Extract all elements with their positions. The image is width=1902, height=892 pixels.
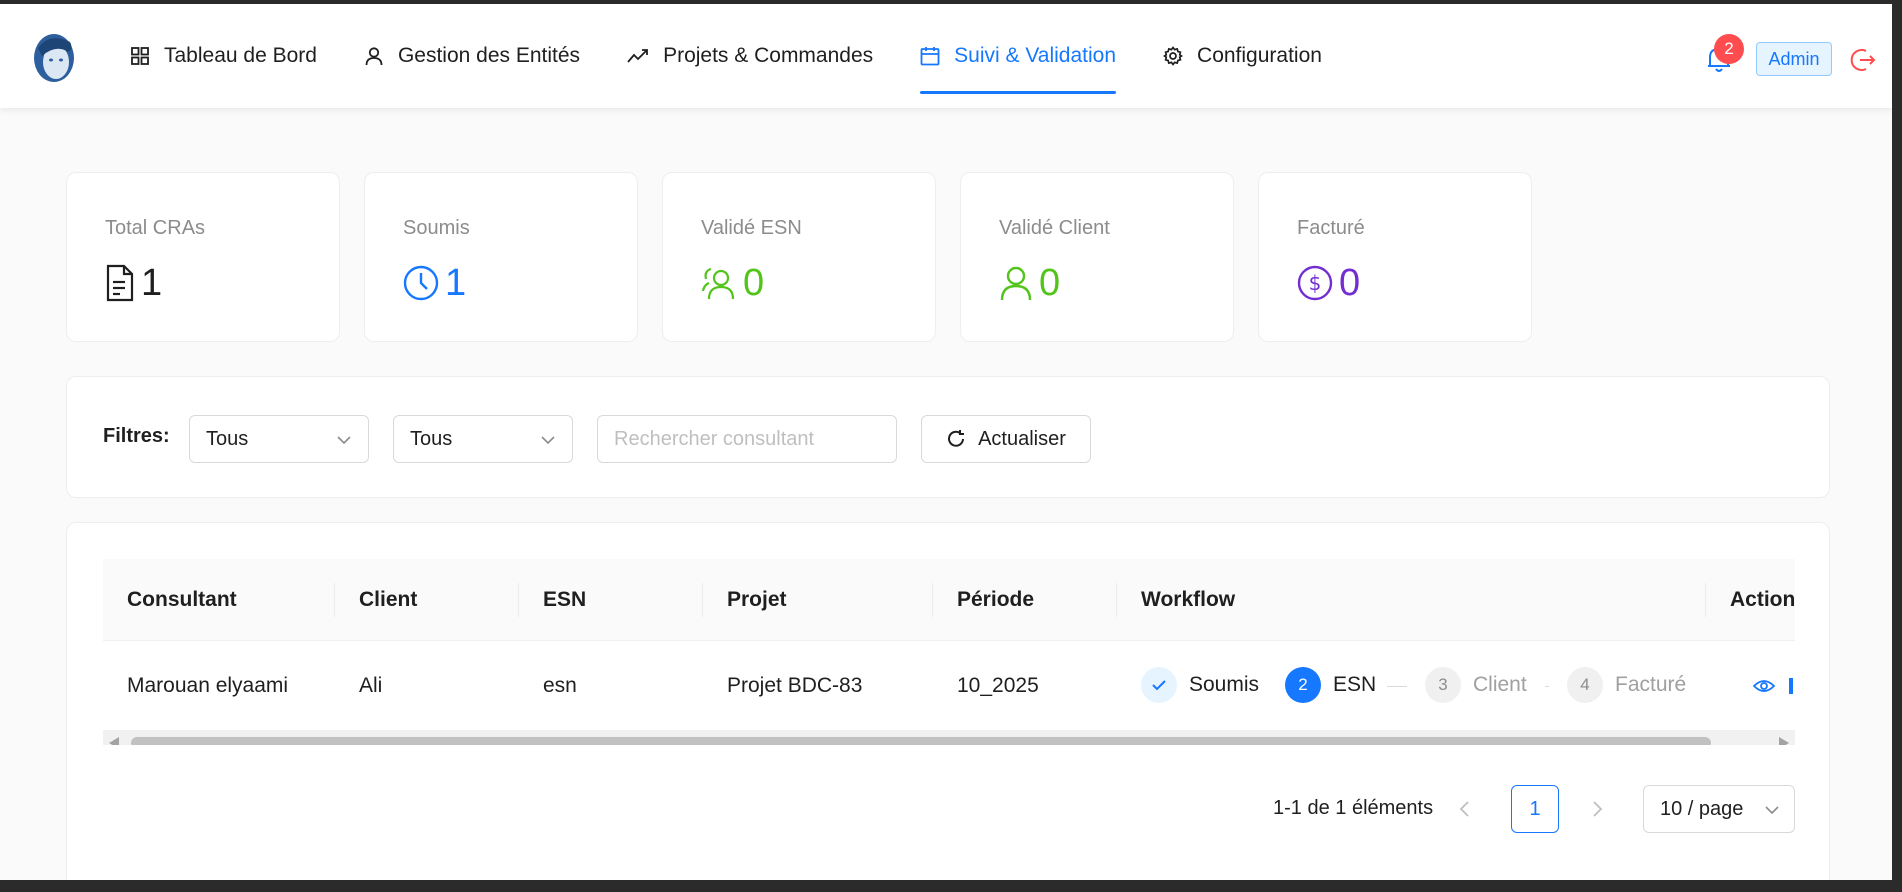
workflow-step-invoiced: 4 Facturé [1567,665,1686,705]
column-header-client[interactable]: Client [359,559,417,641]
chevron-left-icon[interactable] [1457,799,1473,819]
column-header-consultant[interactable]: Consultant [127,559,237,641]
nav-label: Tableau de Bord [164,44,317,67]
period-filter-select[interactable]: Tous [393,415,573,463]
cell-consultant: Marouan elyaami [127,674,289,697]
user-icon [1000,266,1032,301]
refresh-button[interactable]: Actualiser [921,415,1091,463]
column-header-esn[interactable]: ESN [543,559,586,641]
filters-panel: Filtres: Tous Tous Actualiser [66,376,1830,498]
column-header-project[interactable]: Projet [727,559,787,641]
chevron-right-icon[interactable] [1589,799,1605,819]
dashboard-icon [131,47,149,65]
notification-badge: 2 [1714,34,1744,64]
step-label: Soumis [1189,673,1260,696]
pagination: 1-1 de 1 éléments 1 10 / page [67,785,1829,833]
svg-text:$: $ [1309,271,1322,295]
clock-icon [403,265,439,301]
cell-client: Ali [359,674,383,697]
stat-value: 1 [141,262,163,304]
stat-card-total: Total CRAs 1 [66,172,340,342]
stat-label: Validé Client [999,217,1110,239]
nav-item-projects[interactable]: Projets & Commandes [627,4,873,108]
stat-label: Total CRAs [105,217,206,239]
check-icon [1141,667,1177,703]
calendar-icon [920,47,940,66]
select-value: Tous [410,427,453,450]
workflow-step-submitted: Soumis [1141,665,1259,705]
stat-label: Soumis [403,217,470,239]
cra-table-panel: Consultant Client ESN Projet Période Wor… [66,522,1830,880]
action-overflow [1789,678,1793,694]
step-label: Client [1473,673,1527,696]
user-icon [365,47,383,66]
step-number: 4 [1567,667,1603,703]
filters-label: Filtres: [103,425,170,447]
nav-item-configuration[interactable]: Configuration [1163,4,1322,108]
reload-icon [948,430,965,447]
page-number-button[interactable]: 1 [1511,785,1559,833]
trend-icon [627,49,648,63]
column-header-action[interactable]: Action [1730,559,1795,641]
stat-label: Facturé [1297,217,1365,239]
nav-label: Projets & Commandes [663,44,874,67]
main-nav: Tableau de Bord Gestion des Entités Proj… [130,4,1369,108]
chevron-down-icon [1765,806,1779,815]
table: Consultant Client ESN Projet Période Wor… [103,559,1795,745]
logo-avatar[interactable] [30,32,78,86]
nav-label: Configuration [1197,44,1322,67]
stat-value: 0 [743,262,765,304]
nav-label: Gestion des Entités [397,44,581,67]
team-icon [701,267,735,300]
eye-icon [1753,680,1775,692]
table-header: Consultant Client ESN Projet Période Wor… [103,559,1795,641]
file-text-icon [106,264,134,302]
view-action[interactable] [1753,641,1793,731]
horizontal-scrollbar[interactable] [103,731,1795,745]
stat-card-invoiced: Facturé $ 0 [1258,172,1532,342]
stat-value: 1 [445,262,467,304]
table-row[interactable]: Marouan elyaami Ali esn Projet BDC-83 10… [103,641,1795,731]
nav-item-dashboard[interactable]: Tableau de Bord [130,4,317,108]
chevron-down-icon [541,436,555,445]
stat-label: Validé ESN [701,217,802,239]
scroll-right-arrow[interactable] [1779,737,1789,745]
nav-label: Suivi & Validation [954,44,1117,67]
step-number: 3 [1425,667,1461,703]
workflow-step-client: 3 Client [1425,665,1527,705]
column-header-period[interactable]: Période [957,559,1034,641]
stat-value: 0 [1339,262,1361,304]
dollar-icon: $ [1297,265,1333,301]
user-role-tag: Admin [1756,42,1832,76]
scroll-thumb[interactable] [131,737,1711,745]
nav-item-entities[interactable]: Gestion des Entités [364,4,580,108]
status-filter-select[interactable]: Tous [189,415,369,463]
stat-card-submitted: Soumis 1 [364,172,638,342]
select-value: Tous [206,427,249,450]
top-header: Tableau de Bord Gestion des Entités Proj… [0,4,1892,108]
stat-value: 0 [1039,262,1061,304]
gear-icon [1163,46,1184,66]
pagination-total: 1-1 de 1 éléments [1273,797,1434,819]
step-number: 2 [1285,667,1321,703]
logout-icon[interactable] [1848,46,1876,74]
consultant-search-input[interactable] [597,415,897,463]
stat-card-client-validated: Validé Client 0 [960,172,1234,342]
app-frame: Tableau de Bord Gestion des Entités Proj… [0,4,1892,880]
column-header-workflow[interactable]: Workflow [1141,559,1235,641]
nav-item-tracking[interactable]: Suivi & Validation [920,4,1116,108]
chevron-down-icon [337,436,351,445]
stat-card-esn-validated: Validé ESN 0 [662,172,936,342]
step-label: Facturé [1615,673,1687,696]
scroll-left-arrow[interactable] [109,737,119,745]
cell-period: 10_2025 [957,674,1039,697]
workflow-step-esn: 2 ESN [1285,665,1376,705]
cell-esn: esn [543,674,577,697]
page-size-select[interactable]: 10 / page [1643,785,1795,833]
refresh-label: Actualiser [978,427,1066,450]
cell-project: Projet BDC-83 [727,674,863,697]
step-label: ESN [1333,673,1377,696]
page-size-value: 10 / page [1660,797,1744,820]
